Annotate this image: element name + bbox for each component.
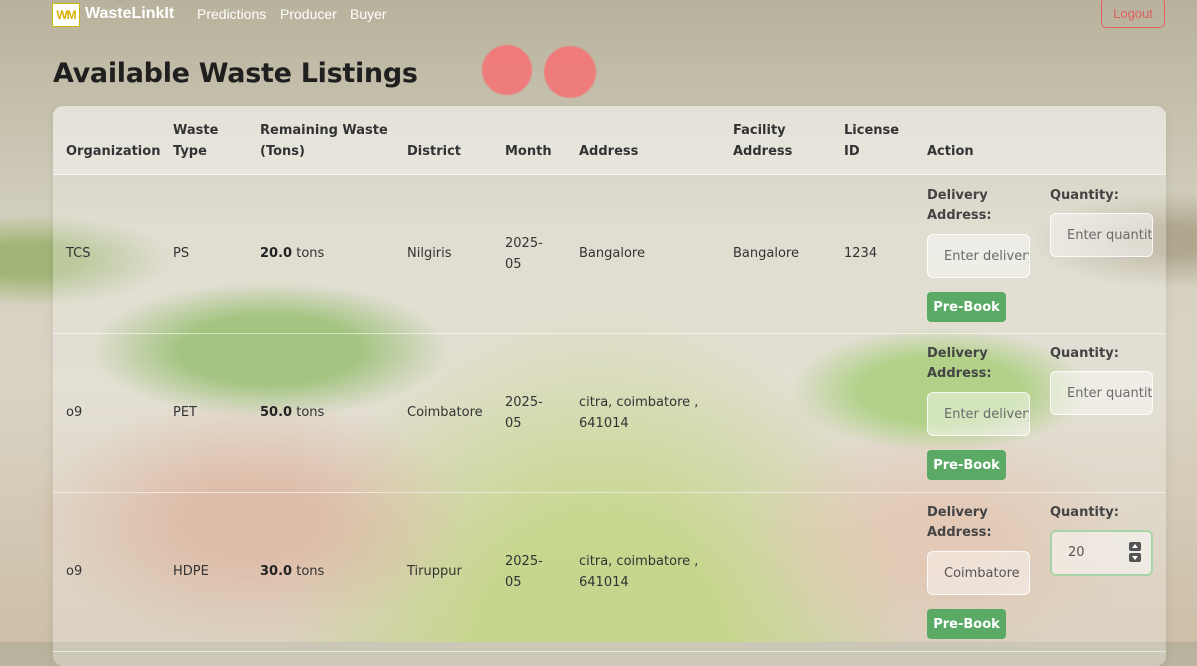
page-title: Available Waste Listings — [53, 58, 418, 89]
delivery-address-label: Delivery Address: — [927, 505, 992, 540]
cell-district: Coimbatore — [407, 405, 483, 420]
cell-remaining: 30.0 tons — [260, 564, 325, 579]
nav-link-buyer[interactable]: Buyer — [350, 6, 387, 22]
increment-arrow-icon[interactable] — [1129, 542, 1141, 551]
nav-link-predictions[interactable]: Predictions — [197, 6, 266, 22]
pre-book-button[interactable]: Pre-Book — [927, 450, 1006, 480]
nav-link-producer[interactable]: Producer — [280, 6, 337, 22]
header-month: Month — [505, 144, 552, 159]
header-waste-type: Waste Type — [173, 123, 219, 159]
quantity-input[interactable] — [1050, 371, 1153, 415]
brand-logo[interactable]: WM — [52, 3, 80, 27]
cell-address: citra, coimbatore , 641014 — [579, 554, 699, 590]
navbar: WM WasteLinkIt Predictions Producer Buye… — [0, 0, 1197, 30]
cell-address: citra, coimbatore , 641014 — [579, 395, 699, 431]
quantity-label: Quantity: — [1050, 188, 1119, 203]
delivery-address-input[interactable] — [927, 234, 1030, 278]
header-license-id: License ID — [844, 123, 900, 159]
quantity-spinner[interactable] — [1129, 542, 1141, 562]
header-district: District — [407, 144, 461, 159]
quantity-label: Quantity: — [1050, 346, 1119, 361]
cell-organization: o9 — [66, 564, 83, 579]
brand-name[interactable]: WasteLinkIt — [85, 5, 174, 23]
pre-book-button[interactable]: Pre-Book — [927, 292, 1006, 322]
delivery-address-label: Delivery Address: — [927, 346, 992, 381]
decrement-arrow-icon[interactable] — [1129, 553, 1141, 562]
header-address: Address — [579, 144, 639, 159]
listings-table: Organization Waste Type Remaining Waste (T… — [53, 106, 1166, 666]
cell-organization: o9 — [66, 405, 83, 420]
quantity-input[interactable] — [1050, 213, 1153, 257]
cell-waste-type: PET — [173, 405, 197, 420]
table-row: o9 PET 50.0 tons Coimbatore 2025- 05 citr… — [53, 333, 1166, 493]
quantity-label: Quantity: — [1050, 505, 1119, 520]
quantity-input[interactable]: 20 — [1050, 530, 1153, 576]
table-row: TCS PS 20.0 tons Nilgiris 2025- 05 Bangal… — [53, 174, 1166, 334]
delivery-address-input[interactable] — [927, 392, 1030, 436]
table-header: Organization Waste Type Remaining Waste (T… — [53, 106, 1166, 175]
cell-month: 2025- 05 — [505, 554, 543, 590]
header-organization: Organization — [66, 144, 161, 159]
header-action: Action — [927, 144, 974, 159]
cell-waste-type: PS — [173, 246, 190, 261]
header-remaining-waste: Remaining Waste (Tons) — [260, 123, 388, 159]
pre-book-button[interactable]: Pre-Book — [927, 609, 1006, 639]
cell-remaining: 50.0 tons — [260, 405, 325, 420]
delivery-address-label: Delivery Address: — [927, 188, 992, 223]
header-facility-address: Facility Address — [733, 123, 793, 159]
cell-organization: TCS — [66, 246, 91, 261]
cell-address: Bangalore — [579, 246, 645, 261]
delivery-address-input[interactable] — [927, 551, 1030, 595]
cell-district: Tiruppur — [407, 564, 462, 579]
logout-button[interactable]: Logout — [1101, 0, 1165, 28]
cell-month: 2025- 05 — [505, 236, 543, 272]
cell-license-id: 1234 — [844, 246, 878, 261]
cell-facility-address: Bangalore — [733, 246, 799, 261]
cell-month: 2025- 05 — [505, 395, 543, 431]
table-row: o9 HDPE 30.0 tons Tiruppur 2025- 05 citra… — [53, 492, 1166, 652]
cell-waste-type: HDPE — [173, 564, 209, 579]
cell-remaining: 20.0 tons — [260, 246, 325, 261]
cell-district: Nilgiris — [407, 246, 452, 261]
